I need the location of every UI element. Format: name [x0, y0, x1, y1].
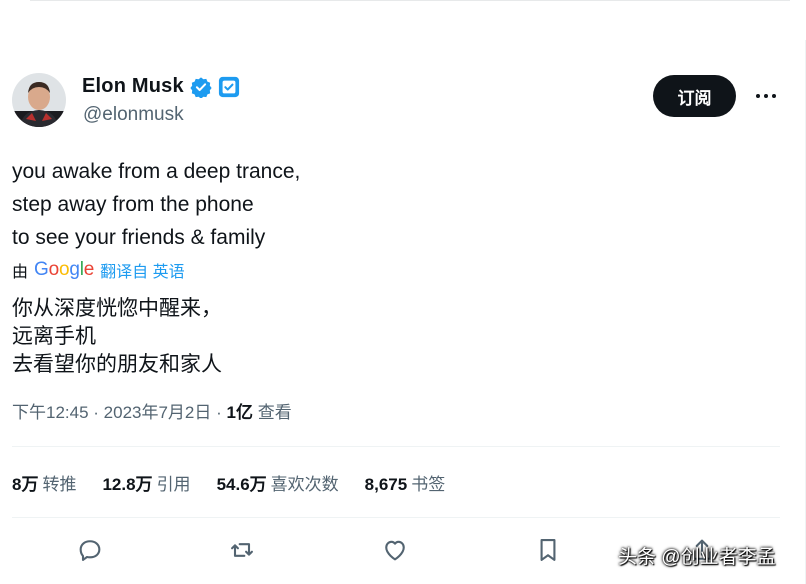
translated-text-line: 远离手机 — [12, 325, 96, 348]
quotes-stat[interactable]: 12.8万 引用 — [102, 470, 190, 495]
tweet-date[interactable]: 2023年7月2日 — [104, 403, 212, 422]
watermark: 头条 @创业者李孟 — [618, 547, 776, 568]
likes-stat[interactable]: 54.6万 喜欢次数 — [217, 470, 339, 495]
meta-separator: · — [88, 403, 104, 422]
display-name[interactable]: Elon Musk — [82, 75, 184, 98]
reply-icon[interactable] — [76, 536, 104, 564]
verified-check-icon[interactable] — [190, 76, 212, 99]
tweet-meta: 下午12:45 · 2023年7月2日 · 1亿 查看 — [12, 398, 292, 423]
google-logo: Google — [34, 259, 95, 280]
tweet-time[interactable]: 下午12:45 — [12, 403, 89, 422]
subscribe-button[interactable]: 订阅 — [653, 75, 736, 117]
more-horizontal-icon[interactable] — [754, 86, 778, 106]
author-name-row: Elon Musk — [82, 75, 240, 99]
like-icon[interactable] — [381, 536, 409, 564]
handle[interactable]: @elonmusk — [83, 104, 184, 126]
retweets-stat[interactable]: 8万 转推 — [12, 470, 76, 495]
meta-separator: · — [211, 403, 227, 422]
translated-from-link[interactable]: 翻译自 英语 — [100, 258, 184, 282]
translated-text-line: 去看望你的朋友和家人 — [12, 353, 222, 376]
tweet-text-line: you awake from a deep trance, — [12, 160, 301, 183]
x-square-badge-icon[interactable] — [218, 76, 240, 98]
retweet-icon[interactable] — [228, 536, 256, 564]
views-count: 1亿 — [226, 403, 253, 422]
bookmark-icon[interactable] — [534, 536, 562, 564]
views-label: 查看 — [257, 403, 292, 422]
top-divider — [30, 0, 790, 1]
divider — [12, 446, 780, 447]
divider — [12, 517, 780, 518]
tweet-text-line: step away from the phone — [12, 193, 254, 216]
engagement-stats: 8万 转推 12.8万 引用 54.6万 喜欢次数 8,675 书签 — [12, 470, 445, 495]
translation-attribution: 由 Google 翻译自 英语 — [12, 258, 185, 282]
translated-text-line: 你从深度恍惚中醒来， — [12, 297, 222, 320]
avatar[interactable] — [12, 73, 66, 127]
translated-by-label: 由 — [12, 264, 29, 281]
tweet-text-line: to see your friends & family — [12, 226, 266, 249]
bookmarks-stat[interactable]: 8,675 书签 — [365, 470, 446, 495]
